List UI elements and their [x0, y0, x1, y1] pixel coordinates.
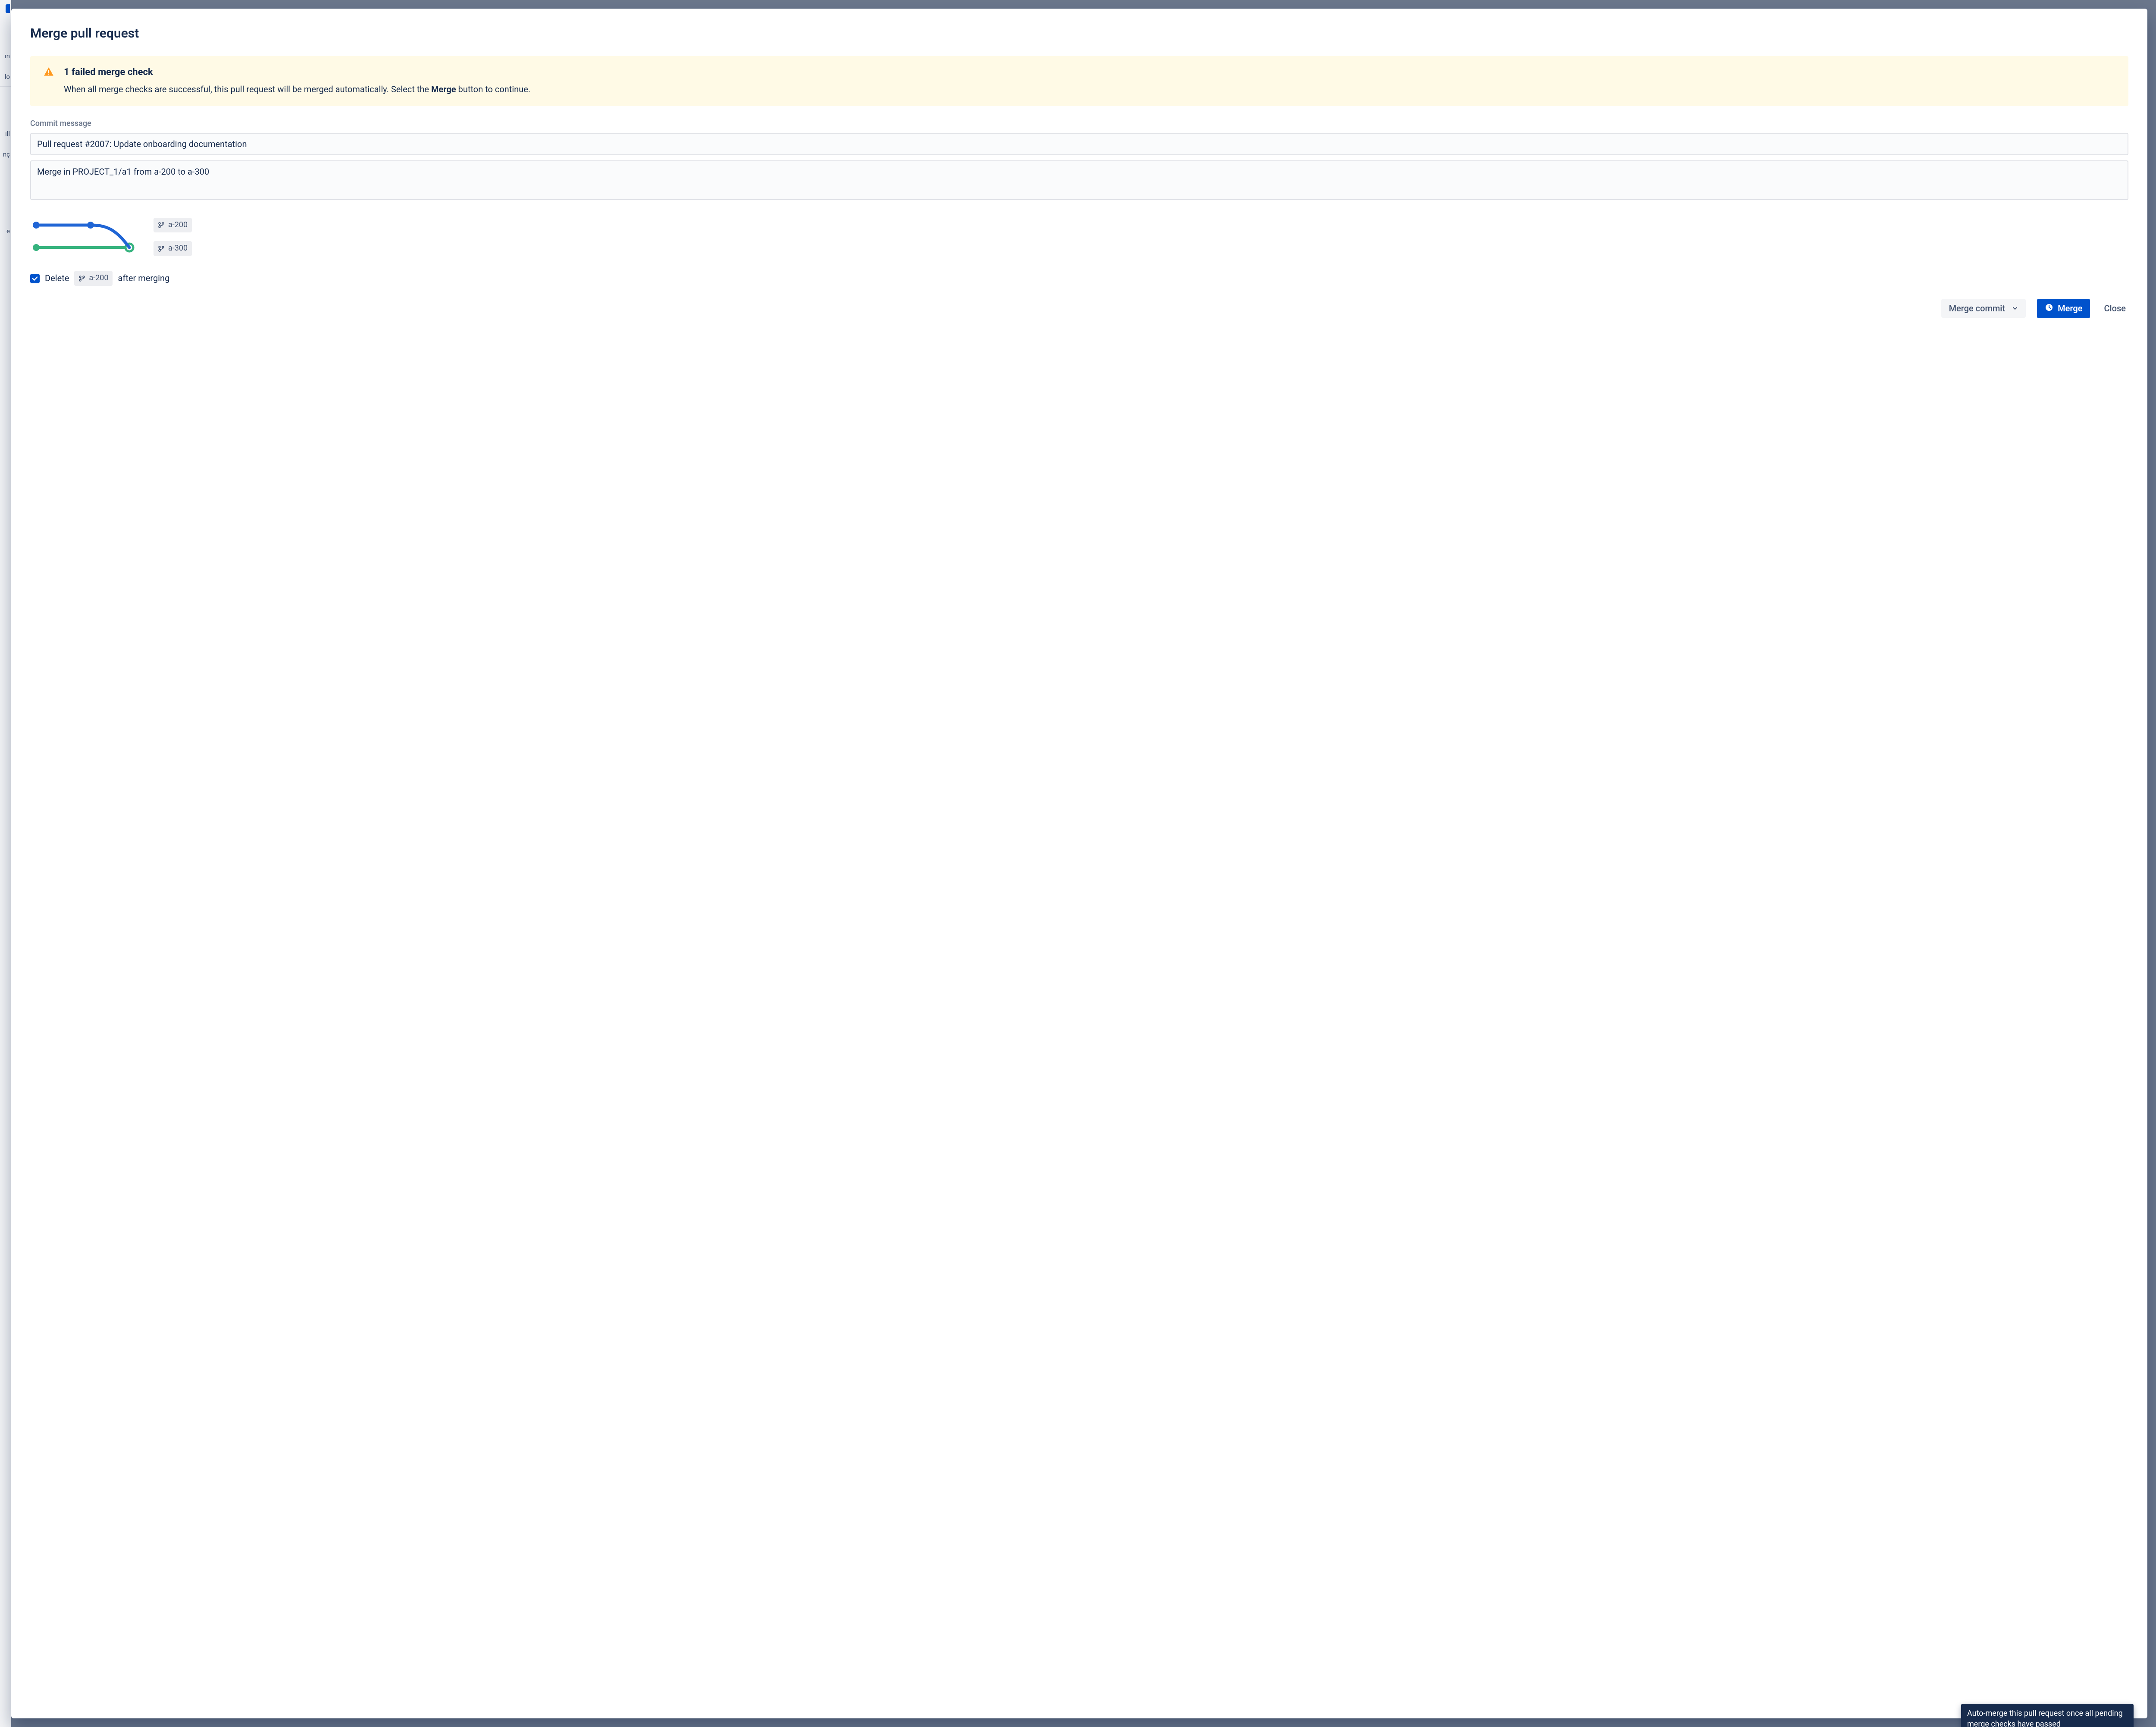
alert-title: 1 failed merge check: [64, 66, 2115, 79]
merge-button[interactable]: Merge: [2037, 299, 2090, 318]
delete-branch-checkbox[interactable]: [30, 274, 40, 283]
chevron-down-icon: [2012, 303, 2018, 313]
alert-body: When all merge checks are successful, th…: [64, 83, 2115, 96]
branch-icon: [78, 275, 85, 282]
dialog-footer: Merge commit Merge Close: [30, 299, 2128, 318]
delete-branch-tag: a-200: [74, 271, 113, 285]
merge-pull-request-dialog: Merge pull request 1 failed merge check …: [11, 9, 2147, 1718]
auto-merge-tooltip: Auto-merge this pull request once all pe…: [1961, 1704, 2134, 1727]
branch-graph: [30, 217, 138, 256]
delete-branch-name: a-200: [89, 273, 108, 284]
alert-content: 1 failed merge check When all merge chec…: [64, 66, 2115, 96]
destination-branch-tag: a-300: [154, 241, 192, 256]
branch-diagram-row: a-200 a-300: [30, 217, 2128, 256]
sidebar-fragment: ın lo ıll nç e: [0, 0, 11, 1727]
close-button[interactable]: Close: [2101, 299, 2128, 318]
commit-title-input[interactable]: [30, 133, 2128, 155]
clock-icon: [2045, 303, 2053, 314]
branch-labels: a-200 a-300: [154, 218, 192, 256]
dialog-title: Merge pull request: [30, 24, 2128, 43]
source-branch-tag: a-200: [154, 218, 192, 232]
modal-backdrop: ın lo ıll nç e Merge pull request 1 fail…: [0, 0, 2156, 1727]
branch-icon: [158, 245, 165, 252]
warning-icon: [43, 66, 54, 81]
commit-message-label: Commit message: [30, 118, 2128, 129]
delete-suffix: after merging: [118, 272, 169, 285]
merge-check-alert: 1 failed merge check When all merge chec…: [30, 56, 2128, 107]
destination-branch-name: a-300: [168, 243, 188, 254]
merge-strategy-dropdown[interactable]: Merge commit: [1941, 299, 2026, 318]
commit-body-textarea[interactable]: Merge in PROJECT_1/a1 from a-200 to a-30…: [30, 160, 2128, 200]
source-branch-name: a-200: [168, 219, 188, 231]
merge-button-label: Merge: [2058, 303, 2082, 313]
delete-prefix: Delete: [45, 272, 69, 285]
merge-strategy-label: Merge commit: [1949, 303, 2006, 313]
branch-icon: [158, 222, 165, 229]
delete-branch-row: Delete a-200 after merging: [30, 271, 2128, 285]
check-icon: [32, 276, 38, 282]
